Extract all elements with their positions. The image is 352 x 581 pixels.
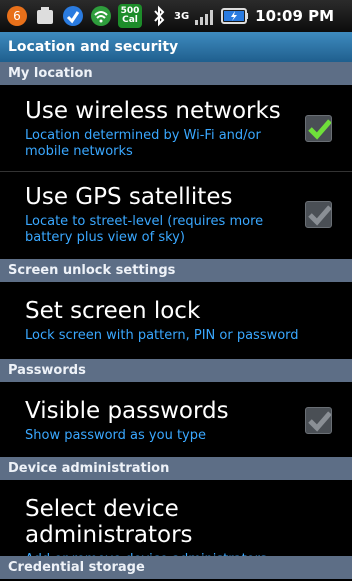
item-title: Use GPS satellites — [25, 184, 233, 210]
section-header-credential-storage: Credential storage — [0, 556, 352, 579]
data-usage-badge: 500 Cal — [118, 4, 142, 28]
use-gps-satellites-setting[interactable]: Use GPS satellites Locate to street-leve… — [0, 172, 352, 258]
select-device-administrators-setting[interactable]: Select device administrators Add or remo… — [0, 480, 352, 567]
checkmark-icon — [308, 204, 331, 226]
signal-strength-icon — [193, 5, 217, 27]
data-badge-bottom: Cal — [122, 15, 138, 25]
checkmark-icon — [308, 118, 331, 140]
wireless-checkbox[interactable] — [305, 115, 332, 142]
status-bar: 6 500 Cal 3G 10:09 PM — [0, 0, 352, 32]
notification-badge-icon: 6 — [6, 5, 28, 27]
section-header-screen-unlock: Screen unlock settings — [0, 259, 352, 282]
clock: 10:09 PM — [255, 7, 335, 25]
visible-passwords-checkbox[interactable] — [305, 407, 332, 434]
item-title: Use wireless networks — [25, 98, 281, 124]
item-subtitle: Locate to street-level (requires more ba… — [25, 214, 264, 245]
item-subtitle: Lock screen with pattern, PIN or passwor… — [25, 328, 299, 343]
section-header-passwords: Passwords — [0, 359, 352, 382]
sync-icon — [62, 5, 84, 27]
gps-checkbox[interactable] — [305, 201, 332, 228]
bluetooth-icon — [152, 5, 166, 27]
use-wireless-networks-setting[interactable]: Use wireless networks Location determine… — [0, 85, 352, 171]
item-title: Select device administrators — [25, 496, 193, 548]
network-type-label: 3G — [174, 10, 190, 22]
section-header-my-location: My location — [0, 62, 352, 85]
item-subtitle: Location determined by Wi-Fi and/or mobi… — [25, 128, 261, 159]
item-title: Visible passwords — [25, 398, 229, 424]
item-title: Set screen lock — [25, 298, 201, 324]
section-header-device-admin: Device administration — [0, 457, 352, 480]
checkmark-icon — [308, 410, 331, 432]
page-title: Location and security — [0, 32, 352, 62]
wifi-icon — [90, 5, 112, 27]
item-subtitle: Show password as you type — [25, 428, 206, 443]
battery-icon — [221, 5, 249, 27]
svg-text:6: 6 — [13, 9, 21, 23]
set-screen-lock-setting[interactable]: Set screen lock Lock screen with pattern… — [0, 282, 352, 358]
visible-passwords-setting[interactable]: Visible passwords Show password as you t… — [0, 382, 352, 457]
android-market-icon — [34, 5, 56, 27]
